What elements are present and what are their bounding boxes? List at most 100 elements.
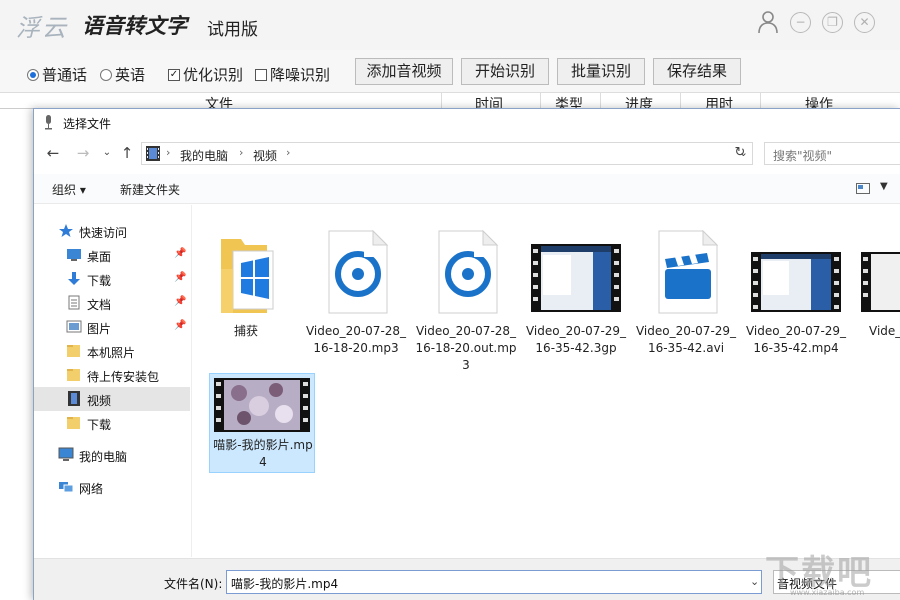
nav-downloads-folder[interactable]: 下载	[34, 411, 190, 435]
nav-label: 下载	[87, 418, 112, 432]
nav-label: 待上传安装包	[87, 370, 160, 384]
watermark-logo: 下载吧	[765, 553, 873, 593]
file-item[interactable]: Video_20-07-28_16-18-20.out.mp3	[413, 219, 519, 372]
computer-icon	[58, 447, 74, 461]
folder-icon	[67, 345, 80, 357]
start-recognition-button[interactable]: 开始识别	[461, 58, 549, 85]
denoise-checkbox[interactable]: 降噪识别	[255, 64, 330, 85]
mandarin-radio[interactable]: 普通话	[27, 64, 87, 85]
file-name: Video_20-07-28_16-18-20.out.mp3	[415, 324, 517, 372]
column-type[interactable]: 类型	[555, 94, 583, 108]
file-item[interactable]: 捕获	[193, 219, 299, 338]
pin-icon[interactable]: 📌	[174, 296, 186, 307]
column-divider	[540, 93, 541, 108]
file-item[interactable]: Video_20-07-28_16-18-20.mp3	[303, 219, 409, 355]
user-icon[interactable]	[757, 10, 779, 34]
nav-videos[interactable]: 视频	[34, 387, 190, 411]
nav-quick-access[interactable]: 快速访问	[34, 219, 190, 243]
breadcrumb-chevron-icon[interactable]: ›	[286, 146, 290, 159]
recent-locations-icon[interactable]: ⌄	[98, 144, 116, 162]
app-title: 语音转文字	[82, 14, 187, 38]
add-media-button[interactable]: 添加音视频	[355, 58, 453, 85]
nav-documents[interactable]: 文档 📌	[34, 291, 190, 315]
minimize-icon[interactable]: −	[790, 12, 811, 33]
save-results-button[interactable]: 保存结果	[653, 58, 741, 85]
column-divider	[760, 93, 761, 108]
pin-icon[interactable]: 📌	[174, 272, 186, 283]
breadcrumb-this-pc[interactable]: 我的电脑	[180, 147, 228, 164]
column-time[interactable]: 时间	[475, 94, 503, 108]
pin-icon[interactable]: 📌	[174, 248, 186, 259]
filename-label: 文件名(N):	[164, 577, 223, 591]
file-item-selected[interactable]: 喵影-我的影片.mp4	[209, 373, 315, 473]
nav-network[interactable]: 网络	[34, 475, 190, 499]
nav-photos[interactable]: 本机照片	[34, 339, 190, 363]
video-thumbnail	[861, 252, 900, 312]
column-actions[interactable]: 操作	[805, 94, 833, 108]
nav-desktop[interactable]: 桌面 📌	[34, 243, 190, 267]
english-radio[interactable]: 英语	[100, 64, 145, 85]
file-name: 喵影-我的影片.mp4	[213, 438, 313, 469]
column-divider	[600, 93, 601, 108]
column-duration[interactable]: 用时	[705, 94, 733, 108]
optimize-checkbox[interactable]: ✓ 优化识别	[168, 64, 243, 85]
video-thumbnail	[531, 244, 621, 312]
table-header: 文件 时间 类型 进度 用时 操作	[0, 93, 900, 109]
nav-label: 下载	[87, 274, 112, 288]
checkbox-icon[interactable]	[255, 68, 267, 81]
file-item[interactable]: Vide_16-	[853, 219, 900, 338]
nav-label: 网络	[79, 482, 104, 496]
batch-recognition-button[interactable]: 批量识别	[557, 58, 645, 85]
dialog-title: 选择文件	[63, 117, 112, 131]
nav-this-pc[interactable]: 我的电脑	[34, 443, 190, 467]
video-thumbnail	[214, 378, 310, 432]
nav-pictures[interactable]: 图片 📌	[34, 315, 190, 339]
radio-button-icon[interactable]	[27, 68, 39, 81]
video-folder-icon	[68, 391, 80, 406]
pin-icon[interactable]: 📌	[174, 320, 186, 331]
search-input[interactable]: 搜索"视频"	[764, 142, 900, 165]
refresh-icon[interactable]: ↻	[731, 144, 749, 162]
new-folder-button[interactable]: 新建文件夹	[120, 181, 180, 198]
watermark-url: www.xiazaiba.com	[790, 588, 865, 597]
checkbox-checked-icon[interactable]: ✓	[168, 68, 180, 81]
app-titlebar: 浮云 语音转文字 试用版 − ❐ ✕	[0, 0, 900, 50]
chevron-down-icon[interactable]: ▼	[880, 181, 888, 192]
file-item[interactable]: Video_20-07-29_16-35-42.3gp	[523, 219, 629, 355]
close-icon[interactable]: ✕	[854, 12, 875, 33]
breadcrumb-chevron-icon[interactable]: ›	[239, 146, 243, 159]
breadcrumb-videos[interactable]: 视频	[253, 147, 277, 164]
download-arrow-icon	[68, 272, 80, 285]
column-file[interactable]: 文件	[205, 94, 233, 108]
restore-icon[interactable]: ❐	[822, 12, 843, 33]
audio-file-icon	[438, 229, 499, 314]
folder-icon	[67, 417, 80, 429]
file-dialog: 选择文件 ← → ⌄ ↑ › 我的电脑 › 视频 › ⌄ ↻ 搜索"视频" 组织…	[33, 108, 900, 600]
clapper-file-icon	[658, 229, 719, 314]
file-item[interactable]: Video_20-07-29_16-35-42.mp4	[743, 219, 849, 355]
chevron-down-icon[interactable]: ⌄	[750, 575, 759, 588]
app-logo: 浮云	[16, 14, 68, 42]
folder-icon	[221, 239, 274, 313]
nav-downloads[interactable]: 下载 📌	[34, 267, 190, 291]
filename-input[interactable]: 喵影-我的影片.mp4	[226, 570, 762, 594]
file-item[interactable]: Video_20-07-29_16-35-42.avi	[633, 219, 739, 355]
nav-pending-packages[interactable]: 待上传安装包	[34, 363, 190, 387]
nav-label: 快速访问	[79, 226, 128, 240]
nav-label: 我的电脑	[79, 450, 128, 464]
organize-button[interactable]: 组织 ▾	[52, 181, 86, 198]
nav-label: 桌面	[87, 250, 112, 264]
breadcrumb-chevron-icon[interactable]: ›	[166, 146, 170, 159]
file-name: 捕获	[233, 324, 258, 338]
up-arrow-icon[interactable]: ↑	[118, 144, 136, 162]
column-progress[interactable]: 进度	[625, 94, 653, 108]
view-options-icon[interactable]	[856, 183, 870, 194]
file-name: Video_20-07-28_16-18-20.mp3	[305, 324, 407, 355]
radio-button-icon[interactable]	[100, 68, 112, 81]
forward-arrow-icon[interactable]: →	[74, 144, 92, 162]
address-bar[interactable]: › 我的电脑 › 视频 › ⌄	[141, 142, 753, 165]
back-arrow-icon[interactable]: ←	[44, 144, 62, 162]
file-name: Video_20-07-29_16-35-42.avi	[635, 324, 737, 355]
nav-label: 视频	[87, 394, 112, 408]
star-icon	[59, 224, 73, 237]
